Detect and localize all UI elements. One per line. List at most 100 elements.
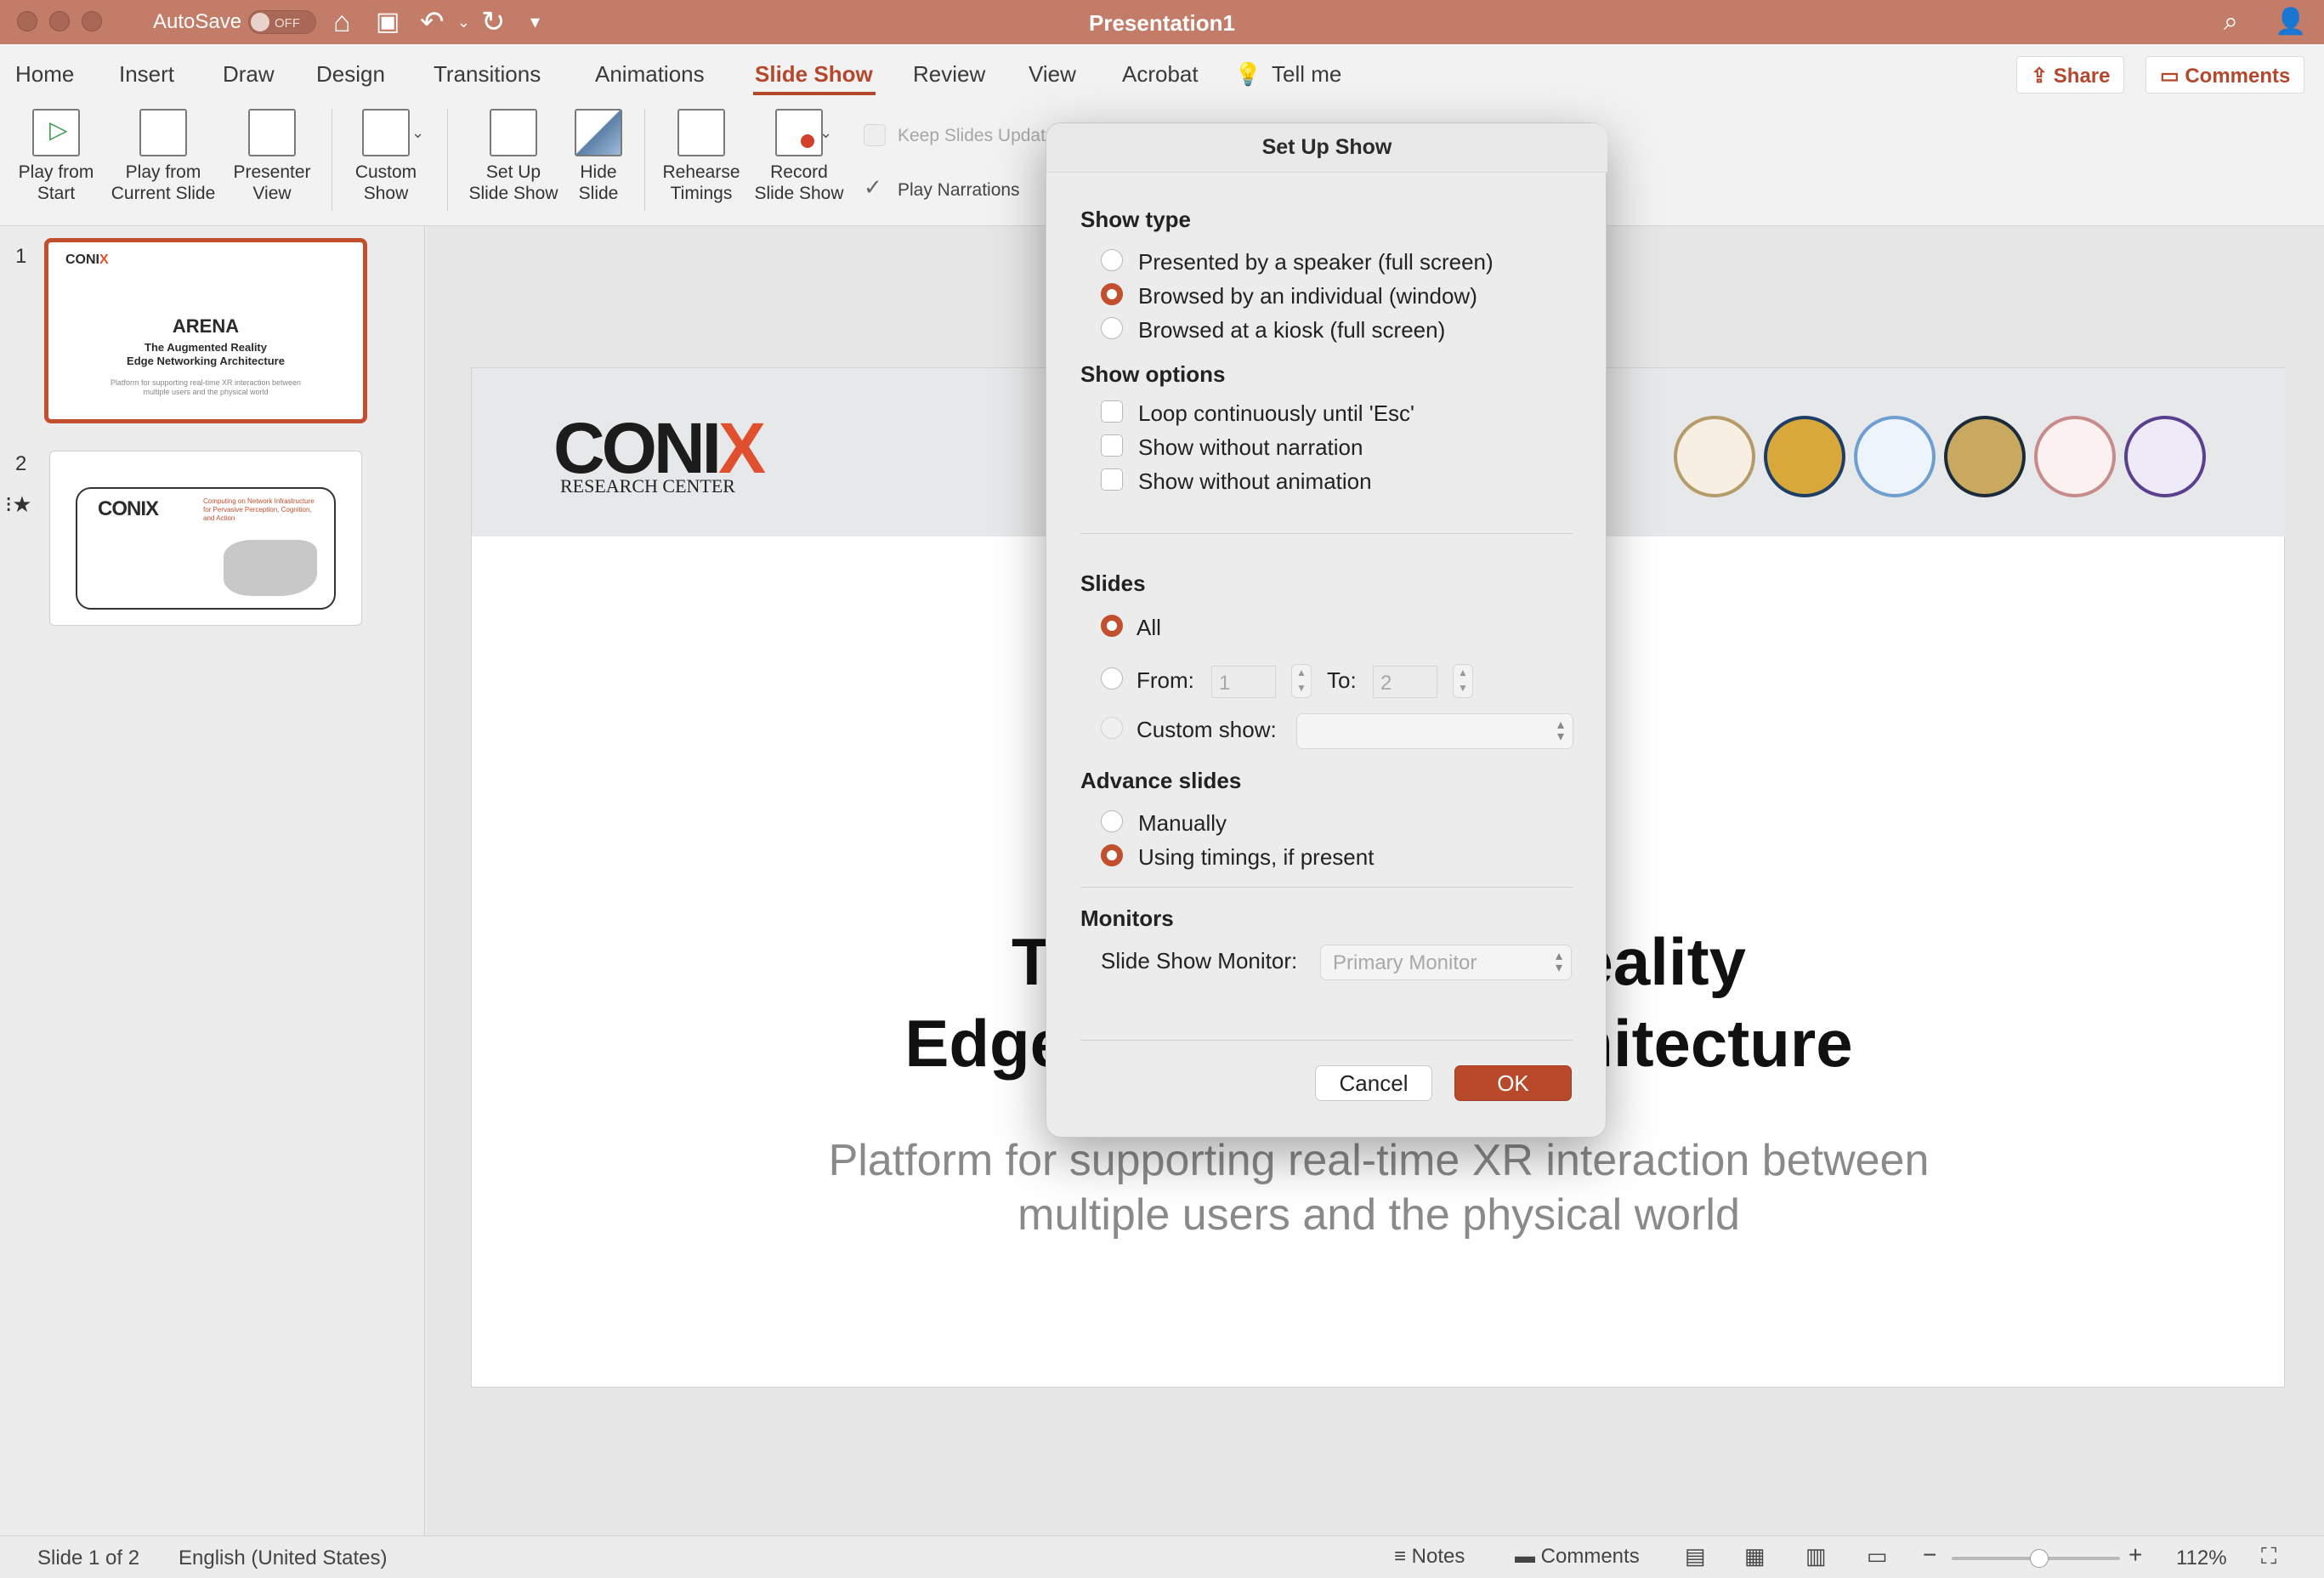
ok-button[interactable]: OK (1454, 1065, 1572, 1101)
record-chevron-icon[interactable]: ⌄ (819, 124, 832, 142)
slide-show-view-icon[interactable]: ▭ (1867, 1543, 1888, 1569)
show-options-heading: Show options (1080, 361, 1226, 387)
language-indicator[interactable]: English (United States) (179, 1547, 387, 1570)
comments-label: Comments (2185, 65, 2291, 88)
fit-to-window-icon[interactable]: ⛶ (2261, 1543, 2276, 1570)
reading-view-icon[interactable]: ▥ (1805, 1543, 1827, 1569)
account-icon[interactable]: 👤 (2275, 5, 2306, 39)
tab-home[interactable]: Home (15, 61, 74, 88)
slides-from-field[interactable]: 1 (1211, 666, 1276, 698)
custom-show-label: Custom show: (1136, 717, 1277, 742)
radio-advance-manually[interactable] (1101, 810, 1123, 832)
slide-show-monitor-label: Slide Show Monitor: (1101, 948, 1298, 973)
stopwatch-icon (677, 109, 725, 156)
slides-all-label: All (1136, 615, 1161, 640)
thumbnail-logo: CONIX (65, 253, 109, 267)
university-seal-icon (1764, 416, 1845, 497)
zoom-level[interactable]: 112% (2176, 1547, 2227, 1570)
radio-slides-from[interactable] (1101, 667, 1123, 690)
thumbnail-subtitle: Computing on Network Infrastructure for … (203, 497, 315, 522)
thumbnail-content-frame: CONIX Computing on Network Infrastructur… (76, 487, 336, 610)
share-button[interactable]: ⇪ Share (2016, 56, 2125, 94)
radio-slides-all[interactable] (1101, 615, 1123, 637)
ribbon-tabs: Home Insert Draw Design Transitions Anim… (0, 44, 2324, 104)
custom-show-button[interactable]: Custom Show (343, 109, 428, 204)
status-comments-label: Comments (1540, 1545, 1640, 1568)
custom-show-chevron-icon[interactable]: ⌄ (411, 124, 424, 142)
hide-slide-button[interactable]: Hide Slide (564, 109, 632, 204)
slides-from-stepper[interactable]: ▲ ▼ (1291, 664, 1312, 698)
ribbon-separator (644, 109, 645, 211)
notes-label: Notes (1411, 1545, 1465, 1568)
thumbnail-body: Platform for supporting real-time XR int… (110, 378, 302, 396)
select-arrows-icon: ▴ ▾ (1556, 718, 1564, 744)
dialog-divider (1080, 887, 1573, 888)
thumbnail-logo: CONIX (98, 497, 159, 520)
zoom-out-icon[interactable]: − (1923, 1541, 1936, 1569)
tab-transitions[interactable]: Transitions (434, 61, 541, 88)
custom-show-label: Custom Show (354, 162, 417, 203)
keep-slides-updated-checkbox[interactable] (864, 124, 886, 146)
comment-icon: ▬ (1515, 1545, 1541, 1568)
keep-slides-updated-label: Keep Slides Updat (898, 126, 1046, 145)
cancel-button[interactable]: Cancel (1315, 1065, 1432, 1101)
slide-sorter-icon[interactable]: ▦ (1744, 1543, 1766, 1569)
slide-show-monitor-select[interactable]: Primary Monitor ▴ ▾ (1320, 945, 1572, 980)
rehearse-timings-button[interactable]: Rehearse Timings (655, 109, 748, 204)
radio-browsed-at-kiosk[interactable] (1101, 317, 1123, 339)
comment-icon: ▭ (2160, 65, 2185, 88)
university-seal-icon (1944, 416, 2026, 497)
play-narrations-checkbox[interactable]: ✓ (864, 176, 886, 199)
radio-browsed-by-individual[interactable] (1101, 283, 1123, 305)
zoom-in-icon[interactable]: + (2128, 1541, 2142, 1569)
tab-acrobat[interactable]: Acrobat (1122, 61, 1199, 88)
show-without-narration-checkbox[interactable] (1101, 434, 1123, 457)
tab-review[interactable]: Review (913, 61, 985, 88)
radio-advance-using-timings[interactable] (1101, 844, 1123, 866)
tell-me-search[interactable]: Tell me (1272, 61, 1341, 88)
play-from-current-slide-button[interactable]: Play from Current Slide (104, 109, 223, 204)
slides-to-stepper[interactable]: ▲ ▼ (1453, 664, 1473, 698)
loop-continuously-checkbox[interactable] (1101, 400, 1123, 423)
record-slide-show-button[interactable]: Record Slide Show (748, 109, 850, 204)
advance-using-timings-label: Using timings, if present (1138, 844, 1375, 870)
tab-design[interactable]: Design (316, 61, 385, 88)
zoom-slider-knob[interactable] (2029, 1549, 2049, 1568)
presenter-view-label: Presenter View (233, 162, 311, 203)
set-up-slide-show-button[interactable]: Set Up Slide Show (464, 109, 563, 204)
usa-map-icon (224, 540, 317, 596)
slide-thumbnail-1[interactable]: CONIX ARENA The Augmented Reality Edge N… (44, 238, 367, 423)
presenter-view-button[interactable]: Presenter View (228, 109, 316, 204)
slides-to-field[interactable]: 2 (1373, 666, 1437, 698)
monitors-heading: Monitors (1080, 905, 1174, 931)
tab-animations[interactable]: Animations (595, 61, 705, 88)
university-seal-icon (1854, 416, 1936, 497)
share-label: Share (2053, 65, 2111, 88)
slide-subtitle[interactable]: Platform for supporting real-time XR int… (472, 1133, 2286, 1242)
conix-logo-subtitle: RESEARCH CENTER (560, 475, 735, 497)
slide-subtitle-line-2: multiple users and the physical world (1017, 1190, 1740, 1240)
show-without-animation-checkbox[interactable] (1101, 468, 1123, 491)
play-from-current-label: Play from Current Slide (111, 162, 216, 203)
status-comments-button[interactable]: ▬ Comments (1515, 1545, 1640, 1569)
notes-icon: ≡ (1394, 1545, 1412, 1568)
slide-thumbnail-2[interactable]: CONIX Computing on Network Infrastructur… (49, 451, 362, 626)
normal-view-icon[interactable]: ▤ (1685, 1543, 1706, 1569)
hide-slide-label: Hide Slide (578, 162, 619, 203)
radio-custom-show[interactable] (1101, 717, 1123, 739)
radio-presented-by-speaker[interactable] (1101, 249, 1123, 271)
play-from-start-button[interactable]: ▷ Play from Start (9, 109, 104, 204)
university-seal-icon (1674, 416, 1755, 497)
zoom-slider[interactable] (1952, 1549, 2120, 1568)
tab-draw[interactable]: Draw (223, 61, 275, 88)
option-browsed-by-individual-label: Browsed by an individual (window) (1138, 283, 1477, 309)
tab-insert[interactable]: Insert (119, 61, 174, 88)
custom-show-select[interactable]: ▴ ▾ (1296, 713, 1573, 749)
notes-button[interactable]: ≡ Notes (1394, 1545, 1465, 1569)
comments-button[interactable]: ▭ Comments (2145, 56, 2305, 94)
dialog-divider (1080, 1040, 1573, 1041)
search-icon[interactable]: ⌕ (2224, 5, 2238, 39)
option-browsed-at-kiosk-label: Browsed at a kiosk (full screen) (1138, 317, 1446, 343)
tab-view[interactable]: View (1029, 61, 1076, 88)
tab-slide-show[interactable]: Slide Show (755, 61, 873, 88)
